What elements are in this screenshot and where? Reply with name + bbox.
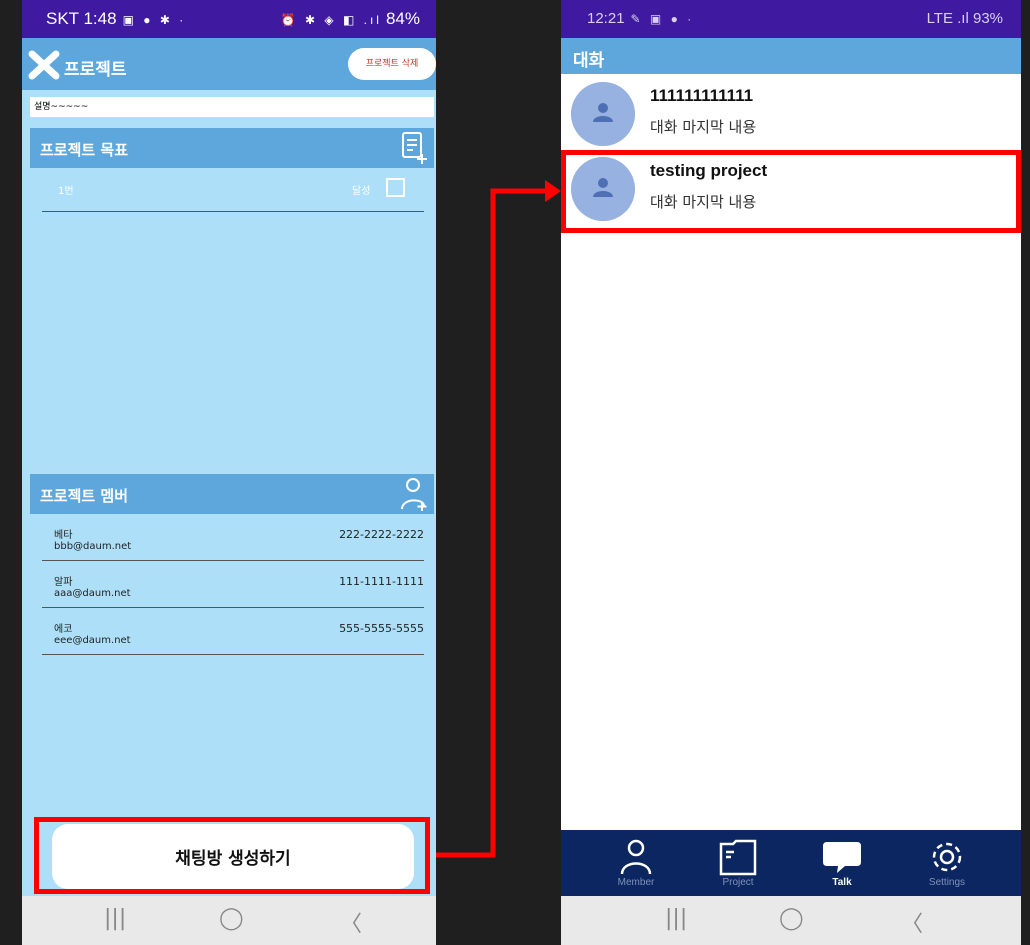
member-name: 알파	[54, 577, 73, 588]
notification-icons: ✎ ▣ ● ·	[630, 12, 695, 26]
member-row[interactable]: 에코 eee@daum.net 555-5555-5555	[42, 608, 424, 655]
status-time: 12:21	[587, 10, 625, 27]
status-time: SKT 1:48	[46, 9, 117, 28]
tab-member[interactable]: Member	[586, 830, 686, 896]
add-goal-icon[interactable]	[398, 130, 430, 166]
back-icon[interactable]: 〈	[901, 906, 923, 938]
home-icon[interactable]: ◯	[219, 906, 244, 931]
chat-list-screen: 12:21 ✎ ▣ ● · LTE .ıl 93% 대화 111111111111…	[561, 0, 1021, 945]
members-section-header: 프로젝트 멤버	[30, 474, 434, 514]
recents-icon[interactable]: |||	[665, 906, 687, 931]
member-row[interactable]: 알파 aaa@daum.net 111-1111-1111	[42, 561, 424, 608]
goal-status-label: 달성	[352, 186, 371, 197]
member-row[interactable]: 베타 bbb@daum.net 222-2222-2222	[42, 514, 424, 561]
goal-item: 1번 달성	[42, 178, 424, 212]
close-icon[interactable]	[28, 50, 60, 80]
gear-icon	[932, 842, 962, 872]
goal-name: 1번	[58, 186, 74, 197]
project-detail-screen: SKT 1:48 ▣ ● ✱ · ⏰ ✱ ◈ ◧ .ıl 84% 프로젝트 프로젝트…	[22, 0, 436, 945]
avatar-icon	[571, 82, 635, 146]
goal-achieved-checkbox[interactable]	[386, 178, 405, 197]
member-phone: 111-1111-1111	[339, 575, 424, 588]
add-member-icon[interactable]	[398, 476, 430, 512]
members-header-label: 프로젝트 멤버	[40, 487, 129, 505]
member-phone: 222-2222-2222	[339, 528, 424, 541]
app-bar: 대화	[561, 38, 1021, 74]
chat-last-message: 대화 마지막 내용	[650, 118, 757, 136]
person-icon	[620, 839, 652, 875]
page-title: 대화	[573, 51, 605, 71]
member-name: 에코	[54, 624, 73, 635]
bottom-tab-bar: Member Project Talk Settings	[561, 830, 1021, 896]
member-phone: 555-5555-5555	[339, 622, 424, 635]
member-email: aaa@daum.net	[54, 588, 131, 599]
back-icon[interactable]: 〈	[340, 906, 362, 938]
system-nav-bar: ||| ◯ 〈	[561, 896, 1021, 945]
app-bar: 프로젝트 프로젝트 삭제	[22, 38, 436, 90]
member-name: 베타	[54, 530, 73, 541]
delete-project-button[interactable]: 프로젝트 삭제	[348, 48, 436, 80]
tab-project[interactable]: Project	[688, 830, 788, 896]
tab-label: Talk	[832, 877, 852, 888]
signal-battery: LTE .ıl 93%	[926, 10, 1003, 27]
status-bar: SKT 1:48 ▣ ● ✱ · ⏰ ✱ ◈ ◧ .ıl 84%	[22, 0, 436, 38]
folder-icon	[719, 839, 757, 876]
member-email: bbb@daum.net	[54, 541, 132, 552]
tab-label: Member	[617, 877, 655, 888]
status-bar: 12:21 ✎ ▣ ● · LTE .ıl 93%	[561, 0, 1021, 38]
tab-label: Project	[722, 877, 754, 888]
chat-name: 111111111111	[650, 86, 754, 105]
tab-label: Settings	[928, 877, 966, 888]
goals-header-label: 프로젝트 목표	[40, 141, 129, 159]
tab-talk[interactable]: Talk	[792, 830, 892, 896]
home-icon[interactable]: ◯	[779, 906, 804, 931]
create-chat-room-button[interactable]: 채팅방 생성하기	[52, 824, 414, 889]
member-email: eee@daum.net	[54, 635, 131, 646]
tab-settings[interactable]: Settings	[897, 830, 997, 896]
battery-level: 84%	[385, 9, 420, 28]
page-title: 프로젝트	[64, 60, 127, 80]
goals-section-header: 프로젝트 목표	[30, 128, 434, 168]
notification-icons: ▣ ● ✱ ·	[122, 13, 187, 27]
chat-bubble-icon	[823, 842, 861, 873]
system-nav-bar: ||| ◯ 〈	[22, 896, 436, 945]
highlight-box	[561, 150, 1021, 233]
description-field[interactable]: 설명~~~~~	[30, 97, 434, 117]
system-icons: ⏰ ✱ ◈ ◧ .ıl	[280, 13, 382, 27]
recents-icon[interactable]: |||	[104, 906, 126, 931]
chat-list-item[interactable]: 111111111111 대화 마지막 내용	[561, 78, 1021, 154]
